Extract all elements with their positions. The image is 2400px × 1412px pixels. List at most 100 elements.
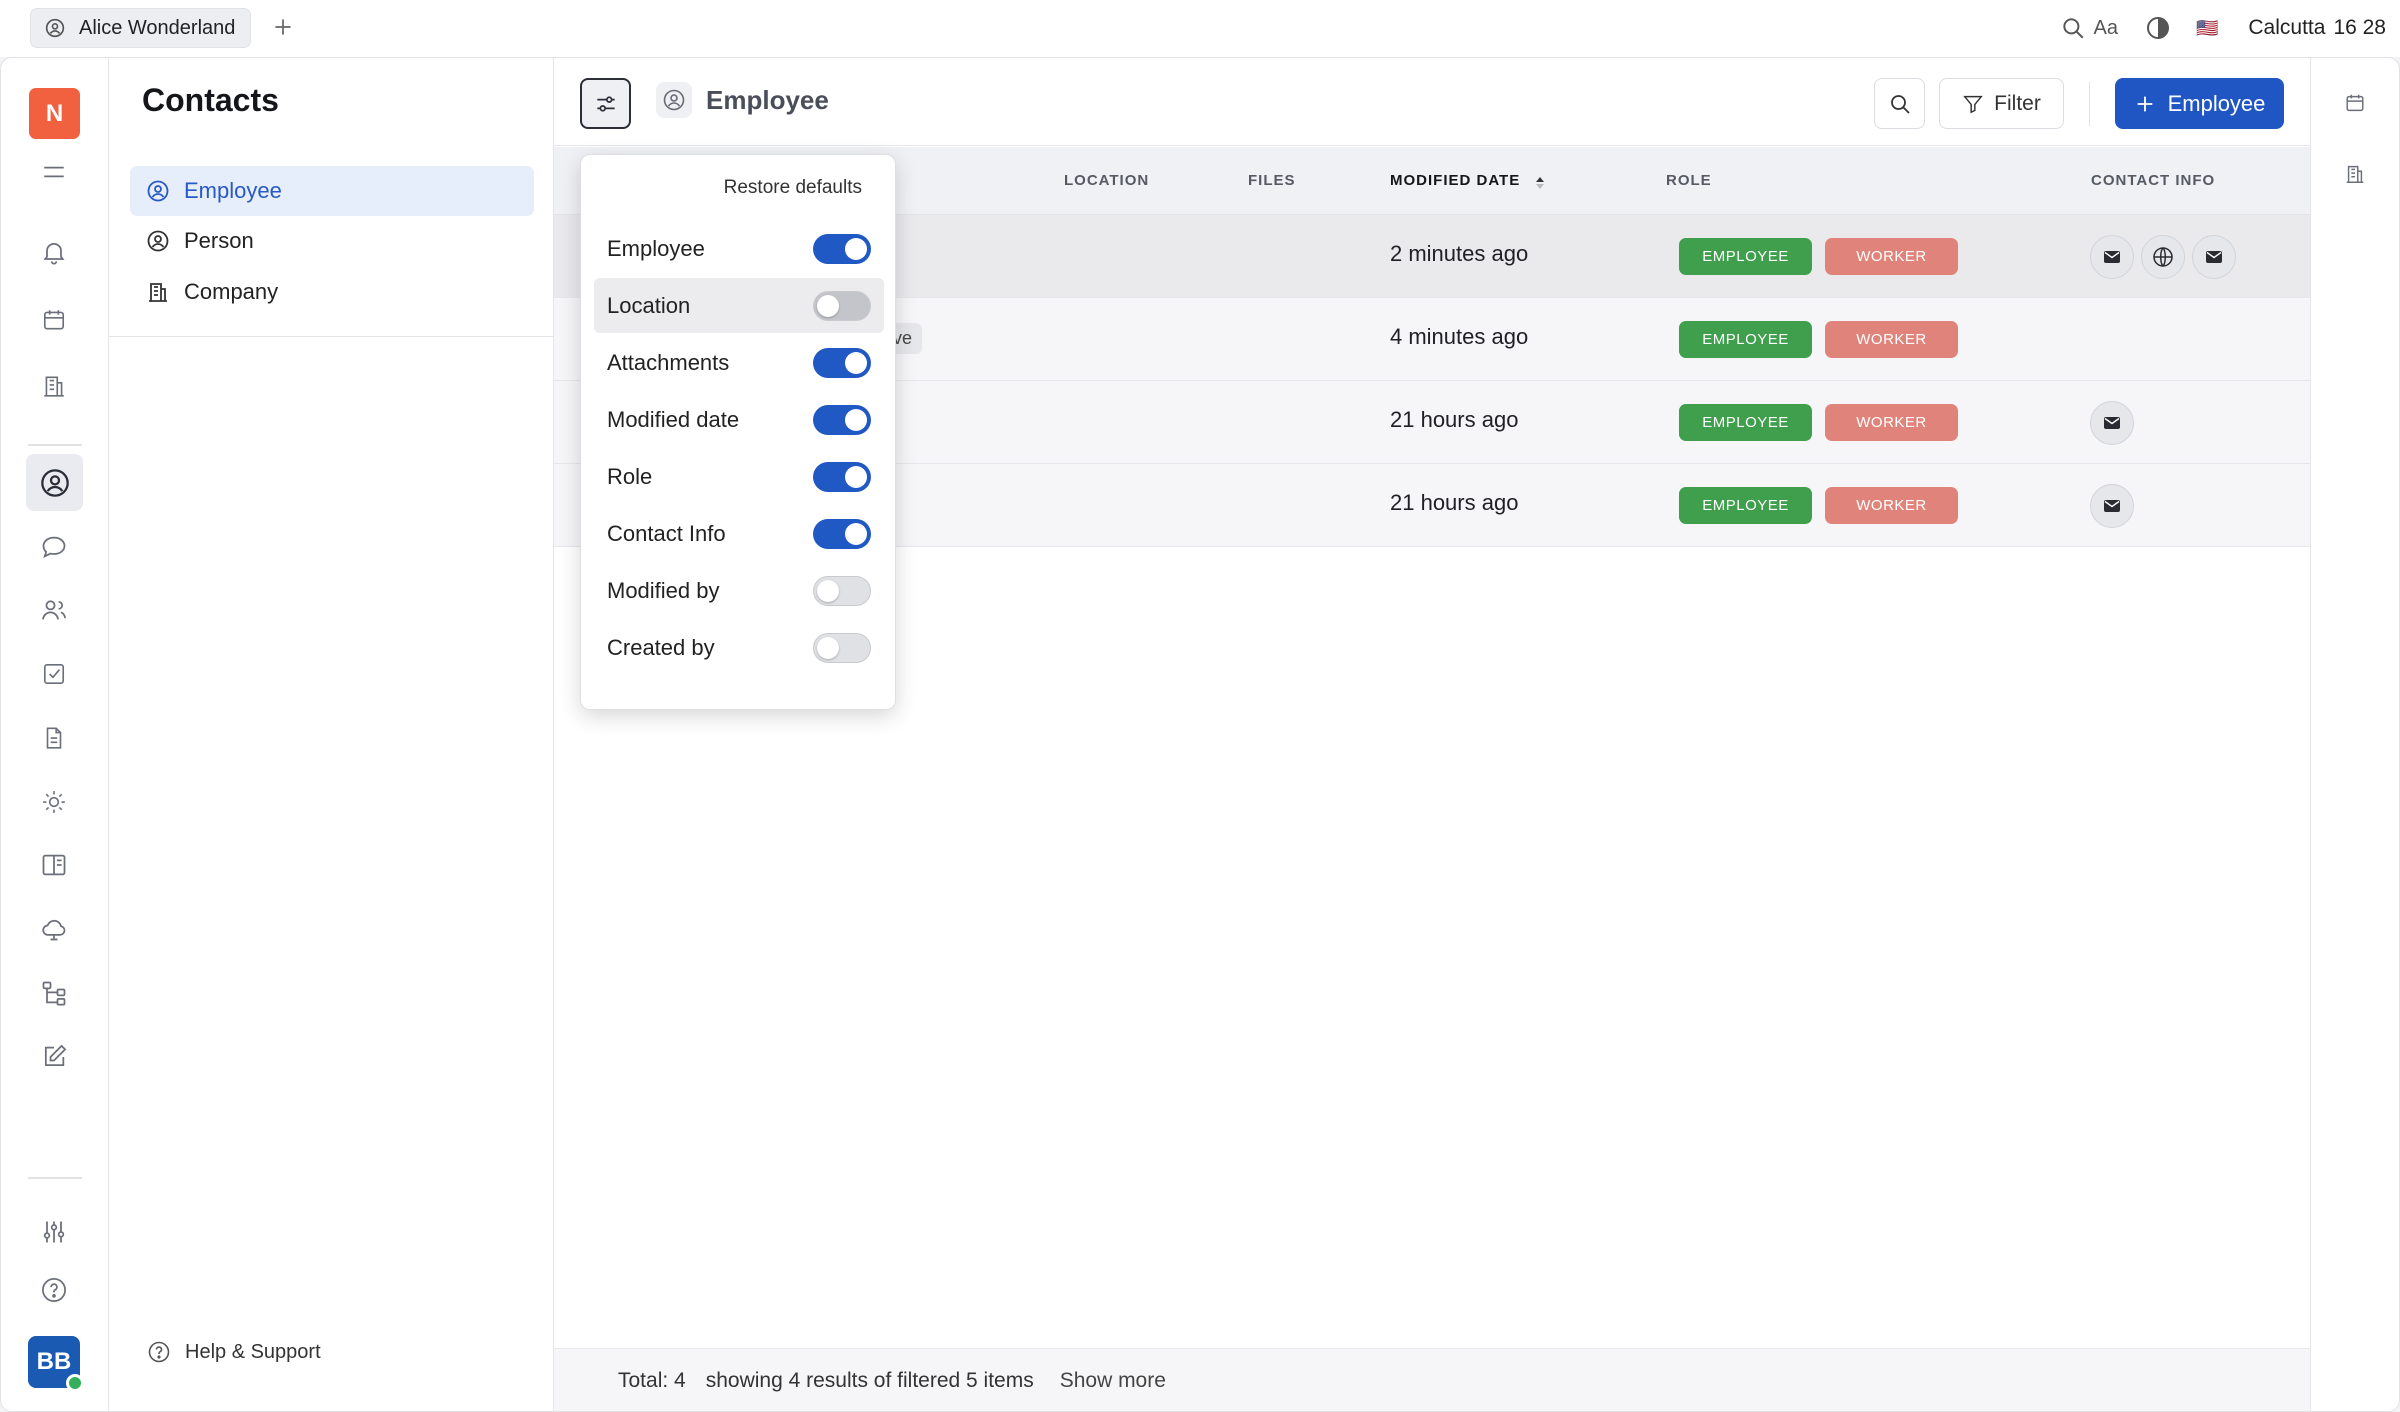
- contacts-icon[interactable]: [26, 454, 83, 511]
- option-employee[interactable]: Employee: [594, 221, 884, 276]
- online-status-dot: [66, 1374, 84, 1392]
- hierarchy-icon[interactable]: [35, 974, 73, 1012]
- nav-item-employee[interactable]: Employee: [130, 166, 534, 216]
- font-size-button[interactable]: Aa: [2094, 17, 2118, 40]
- mail-icon[interactable]: [2192, 235, 2236, 279]
- option-attachments[interactable]: Attachments: [594, 335, 884, 390]
- option-modified-by[interactable]: Modified by: [594, 563, 884, 618]
- book-icon[interactable]: [35, 846, 73, 884]
- option-modified-date[interactable]: Modified date: [594, 392, 884, 447]
- add-tab-icon[interactable]: [270, 14, 296, 40]
- toggle-switch-off[interactable]: [813, 291, 871, 321]
- calendar-icon[interactable]: [35, 301, 73, 339]
- table-footer: Total: 4 showing 4 results of filtered 5…: [554, 1348, 2310, 1411]
- search-button[interactable]: [1874, 78, 1925, 129]
- nav-item-company[interactable]: Company: [130, 267, 534, 317]
- world-clock-time: 16 28: [2333, 16, 2386, 39]
- toggle-switch-on[interactable]: [813, 462, 871, 492]
- column-header-location[interactable]: LOCATION: [1064, 172, 1149, 189]
- globe-icon[interactable]: [2141, 235, 2185, 279]
- people-icon[interactable]: [35, 591, 73, 629]
- workspace-logo[interactable]: N: [29, 88, 80, 139]
- rail-divider: [28, 1177, 82, 1179]
- modified-date-cell: 21 hours ago: [1390, 407, 1519, 432]
- theme-toggle-icon[interactable]: [2146, 16, 2170, 40]
- role-badge-worker: WORKER: [1825, 238, 1958, 275]
- mail-icon[interactable]: [2090, 401, 2134, 445]
- mail-icon[interactable]: [2090, 484, 2134, 528]
- top-right-tools: Aa 🇺🇸 Calcutta 16 28: [2060, 12, 2386, 44]
- toggle-switch-on[interactable]: [813, 519, 871, 549]
- top-bar: Alice Wonderland Aa 🇺🇸 Calcutta 16 28: [0, 0, 2400, 57]
- toggle-switch-off[interactable]: [813, 576, 871, 606]
- help-icon[interactable]: [35, 1271, 73, 1309]
- view-options-icon: [593, 91, 619, 117]
- person-circle-icon: [146, 229, 170, 253]
- person-circle-icon: [45, 18, 65, 38]
- column-header-files[interactable]: FILES: [1248, 172, 1296, 189]
- option-created-by[interactable]: Created by: [594, 620, 884, 675]
- toggle-switch-on[interactable]: [813, 348, 871, 378]
- nav-item-person[interactable]: Person: [130, 216, 534, 266]
- sort-icon[interactable]: [1533, 175, 1547, 191]
- chat-bubble-icon[interactable]: [35, 528, 73, 566]
- option-role[interactable]: Role: [594, 449, 884, 504]
- toggle-switch-on[interactable]: [813, 405, 871, 435]
- option-contact-info[interactable]: Contact Info: [594, 506, 884, 561]
- navigator-title: Contacts: [142, 82, 279, 118]
- modified-date-cell: 2 minutes ago: [1390, 241, 1529, 266]
- restore-defaults-button[interactable]: Restore defaults: [724, 177, 862, 199]
- user-avatar[interactable]: BB: [28, 1336, 84, 1392]
- search-icon[interactable]: [2060, 15, 2086, 41]
- filter-button[interactable]: Filter: [1939, 78, 2064, 129]
- toggle-switch-off[interactable]: [813, 633, 871, 663]
- option-label: Location: [607, 292, 691, 318]
- workspace-tab[interactable]: Alice Wonderland: [30, 8, 251, 48]
- column-header-contact-info[interactable]: CONTACT INFO: [2091, 172, 2215, 189]
- contacts-navigator: Contacts Employee Person Company Help & …: [109, 58, 554, 1411]
- column-header-modified-date[interactable]: MODIFIED DATE: [1390, 172, 1520, 189]
- role-badge-worker: WORKER: [1825, 404, 1958, 441]
- plus-icon: [2134, 93, 2156, 115]
- modified-date-cell: 4 minutes ago: [1390, 324, 1529, 349]
- menu-icon[interactable]: [35, 153, 73, 191]
- filter-label: Filter: [1994, 91, 2041, 115]
- sun-icon[interactable]: [35, 783, 73, 821]
- office-building-icon[interactable]: [2344, 163, 2368, 187]
- view-options-popup: Restore defaults Employee Location Attac…: [580, 154, 896, 710]
- app-rail: N BB: [1, 58, 109, 1411]
- calendar-icon[interactable]: [2344, 92, 2368, 116]
- edit-icon[interactable]: [35, 1038, 73, 1076]
- document-icon[interactable]: [35, 719, 73, 757]
- option-label: Modified date: [607, 406, 740, 432]
- workspace-tab-label: Alice Wonderland: [79, 16, 236, 39]
- page-title: Employee: [656, 82, 829, 118]
- option-label: Contact Info: [607, 520, 726, 546]
- role-badge-worker: WORKER: [1825, 487, 1958, 524]
- option-label: Created by: [607, 634, 715, 660]
- sliders-icon[interactable]: [35, 1213, 73, 1251]
- help-support-link[interactable]: Help & Support: [147, 1340, 321, 1364]
- option-location[interactable]: Location: [594, 278, 884, 333]
- option-label: Employee: [607, 235, 705, 261]
- toggle-switch-on[interactable]: [813, 234, 871, 264]
- view-options-button[interactable]: [580, 78, 631, 129]
- language-flag[interactable]: 🇺🇸: [2196, 18, 2218, 39]
- new-employee-button[interactable]: Employee: [2115, 78, 2284, 129]
- building-icon: [146, 280, 170, 304]
- show-more-link[interactable]: Show more: [1060, 1369, 1166, 1393]
- cloud-icon[interactable]: [35, 910, 73, 948]
- column-header-role[interactable]: ROLE: [1666, 172, 1712, 189]
- modified-date-cell: 21 hours ago: [1390, 490, 1519, 515]
- navigator-divider: [109, 336, 554, 337]
- world-clock-city[interactable]: Calcutta: [2248, 16, 2325, 40]
- popup-scroll-fade: [581, 689, 895, 709]
- bell-icon[interactable]: [35, 233, 73, 271]
- rail-divider: [28, 444, 82, 446]
- mail-icon[interactable]: [2090, 235, 2134, 279]
- role-badge-employee: EMPLOYEE: [1679, 238, 1812, 275]
- help-support-label: Help & Support: [185, 1340, 321, 1363]
- nav-item-label: Employee: [184, 178, 282, 203]
- office-building-icon[interactable]: [35, 367, 73, 405]
- checkbox-icon[interactable]: [35, 655, 73, 693]
